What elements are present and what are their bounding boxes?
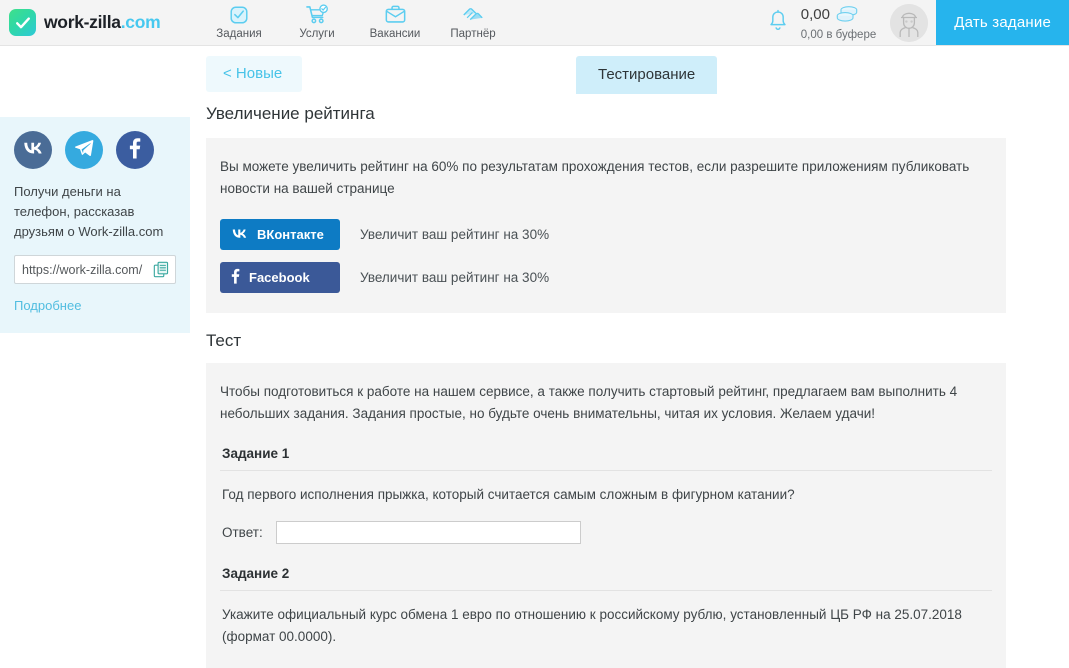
- telegram-icon: [74, 138, 95, 162]
- test-panel: Чтобы подготовиться к работе на нашем се…: [206, 362, 1006, 668]
- test-section-title: Тест: [206, 330, 242, 350]
- site-logo[interactable]: work-zilla.com: [0, 0, 200, 45]
- connect-vk-button[interactable]: ВКонтакте: [220, 218, 340, 250]
- learn-more-link[interactable]: Подробнее: [14, 298, 81, 313]
- logo-text-main: work-zilla: [44, 12, 121, 32]
- connect-facebook-button[interactable]: Facebook: [220, 261, 340, 293]
- logo-wordmark: work-zilla.com: [44, 12, 161, 33]
- task-2-question: Укажите официальный курс обмена 1 евро п…: [222, 607, 962, 645]
- vk-rating-note: Увеличит ваш рейтинг на 30%: [360, 226, 550, 242]
- create-task-button[interactable]: Дать задание: [936, 0, 1069, 45]
- test-intro: Чтобы подготовиться к работе на нашем се…: [220, 383, 958, 421]
- balance-amount: 0,00: [800, 6, 830, 23]
- copy-icon[interactable]: [153, 261, 170, 278]
- referral-link-input[interactable]: [22, 262, 153, 277]
- task-1-title: Задание 1: [222, 446, 290, 462]
- balance-amount-row: 0,00: [801, 5, 877, 25]
- task-1: Задание 1 Год первого исполнения прыжка,…: [220, 446, 992, 545]
- nav-item-partner[interactable]: Партнёр: [434, 2, 512, 40]
- social-share-row: [14, 131, 176, 169]
- logo-text-domain: .com: [120, 12, 161, 32]
- shopping-cart-icon: [305, 3, 329, 26]
- nav-label-services: Услуги: [299, 28, 335, 40]
- notification-bell-icon: [767, 9, 789, 37]
- facebook-rating-note: Увеличит ваш рейтинг на 30%: [360, 269, 550, 285]
- nav-label-tasks: Задания: [216, 28, 262, 40]
- handshake-icon: [461, 3, 485, 26]
- rating-section-title: Увеличение рейтинга: [206, 104, 375, 123]
- task-2-title: Задание 2: [222, 566, 290, 582]
- rating-vk-row: ВКонтакте Увеличит ваш рейтинг на 30%: [220, 218, 992, 250]
- notifications-button[interactable]: [755, 0, 801, 45]
- top-header: work-zilla.com Задания Услуги Вакансии П…: [0, 0, 1069, 46]
- main-content: Увеличение рейтинга Вы можете увеличить …: [206, 104, 1006, 668]
- referral-widget: Получи деньги на телефон, рассказав друз…: [0, 117, 190, 334]
- avatar[interactable]: [890, 3, 929, 42]
- task-1-answer-row: Ответ:: [220, 521, 992, 545]
- share-telegram-button[interactable]: [65, 131, 103, 169]
- main-nav: Задания Услуги Вакансии Партнёр: [200, 0, 512, 45]
- connect-vk-label: ВКонтакте: [257, 226, 324, 242]
- nav-label-partner: Партнёр: [450, 28, 496, 40]
- briefcase-icon: [384, 3, 407, 26]
- share-vk-button[interactable]: [14, 131, 52, 169]
- vk-icon: [22, 141, 44, 160]
- vk-icon: [231, 227, 248, 242]
- nav-item-vacancies[interactable]: Вакансии: [356, 2, 434, 40]
- referral-link-field[interactable]: [14, 255, 176, 285]
- facebook-icon: [231, 268, 240, 287]
- nav-item-tasks[interactable]: Задания: [200, 2, 278, 40]
- header-right-cluster: 0,00 0,00 в буфере Дать задание: [755, 0, 1069, 45]
- balance-block[interactable]: 0,00 0,00 в буфере: [801, 0, 891, 45]
- connect-facebook-label: Facebook: [249, 269, 310, 285]
- nav-label-vacancies: Вакансии: [369, 28, 421, 40]
- facebook-icon: [129, 137, 141, 164]
- share-facebook-button[interactable]: [116, 131, 154, 169]
- task-1-answer-label: Ответ:: [222, 525, 263, 541]
- referral-promo-text: Получи деньги на телефон, рассказав друз…: [14, 184, 164, 240]
- task-1-answer-input[interactable]: [275, 521, 581, 545]
- task-2: Задание 2 Укажите официальный курс обмен…: [220, 566, 992, 648]
- task-1-question: Год первого исполнения прыжка, который с…: [222, 487, 795, 503]
- tab-row: [0, 46, 1069, 98]
- nav-item-services[interactable]: Услуги: [278, 2, 356, 40]
- checkmark-box-icon: [228, 3, 250, 26]
- back-to-new-button[interactable]: < Новые: [206, 56, 303, 92]
- tab-testing[interactable]: Тестирование: [576, 56, 718, 94]
- rating-description: Вы можете увеличить рейтинг на 60% по ре…: [220, 159, 970, 196]
- logo-checkmark-icon: [9, 9, 36, 36]
- rating-fb-row: Facebook Увеличит ваш рейтинг на 30%: [220, 261, 992, 293]
- task-1-divider: [220, 470, 992, 472]
- rating-panel: Вы можете увеличить рейтинг на 60% по ре…: [206, 138, 1006, 313]
- coins-icon: [835, 5, 859, 25]
- task-2-divider: [220, 590, 992, 592]
- balance-buffer: 0,00 в буфере: [800, 28, 877, 41]
